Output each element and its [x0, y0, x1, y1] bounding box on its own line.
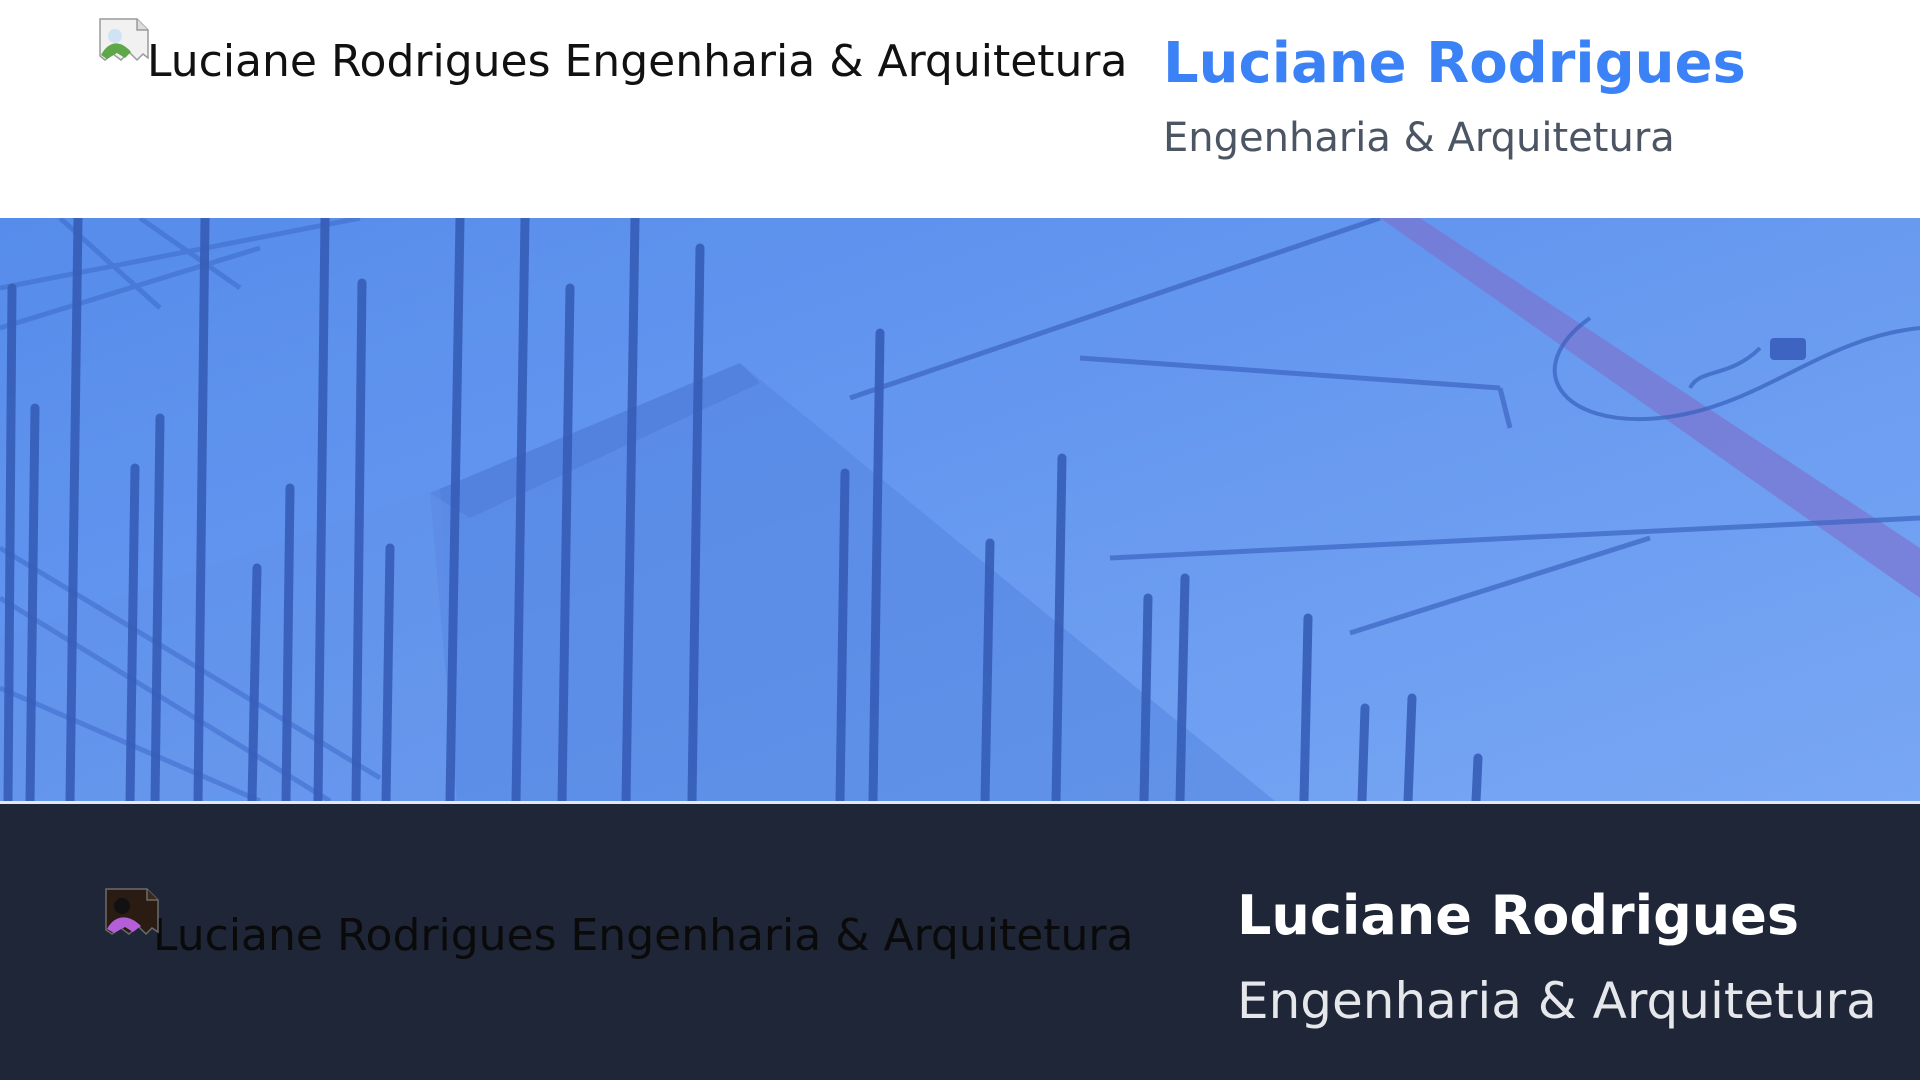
footer-brand-tagline: Engenharia & Arquitetura [1237, 972, 1877, 1030]
footer-logo-alt-text: Luciane Rodrigues Engenharia & Arquitetu… [153, 910, 1134, 961]
header-logo-alt-text: Luciane Rodrigues Engenharia & Arquitetu… [147, 36, 1128, 87]
footer-brand-name[interactable]: Luciane Rodrigues [1237, 886, 1799, 946]
broken-image-icon [105, 888, 159, 938]
header-brand-name[interactable]: Luciane Rodrigues [1163, 33, 1746, 95]
site-header: Luciane Rodrigues Engenharia & Arquitetu… [0, 0, 1920, 218]
header-logo-link[interactable]: Luciane Rodrigues Engenharia & Arquitetu… [99, 18, 1127, 84]
hero-banner-image [0, 218, 1920, 801]
site-footer: Luciane Rodrigues Engenharia & Arquitetu… [0, 801, 1920, 1080]
page: Luciane Rodrigues Engenharia & Arquitetu… [0, 0, 1920, 1080]
broken-image-icon [99, 18, 149, 68]
header-brand-tagline: Engenharia & Arquitetura [1163, 115, 1675, 161]
footer-logo-link[interactable]: Luciane Rodrigues Engenharia & Arquitetu… [105, 888, 1133, 958]
